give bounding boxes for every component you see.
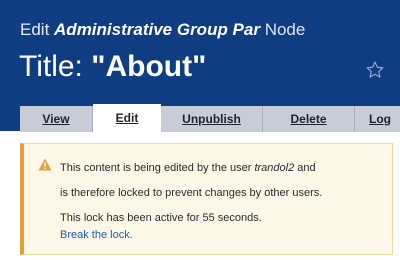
title-value: "About" [91,50,207,83]
tab-view-label: View [42,112,70,126]
title-label: Title: [19,50,83,83]
warning-line-3: This lock has been active for 55 seconds… [60,212,262,224]
warning-line-1-end: and [294,162,316,174]
tab-unpublish[interactable]: Unpublish [161,106,263,132]
tab-edit[interactable]: Edit [93,104,161,132]
page-subtitle: Edit Administrative Group Par Node [20,20,305,40]
tab-view[interactable]: View [20,106,93,132]
lock-user-name: trandol2 [254,162,295,174]
tab-log-label: Log [369,112,391,126]
lock-warning-message: This content is being edited by the user… [20,143,393,255]
tab-delete-label: Delete [290,112,327,126]
tab-log[interactable]: Log [355,106,400,132]
subtitle-prefix: Edit [20,20,50,39]
warning-line-1-start: This content is being edited by the user [60,162,255,174]
content-type-name: Administrative Group Par [54,20,260,39]
tabs-bar: View Edit Unpublish Delete Log [20,104,400,132]
warning-line-2: is therefore locked to prevent changes b… [60,187,323,199]
break-lock-link[interactable]: Break the lock. [60,229,133,241]
star-icon[interactable] [365,60,385,80]
tab-delete[interactable]: Delete [263,106,355,132]
warning-text: This content is being edited by the user… [60,156,390,231]
warning-icon [38,158,52,171]
tab-edit-label: Edit [115,111,139,125]
page-title: Title: "About" [19,50,206,84]
warning-line-1: This content is being edited by the user… [60,156,390,181]
tab-unpublish-label: Unpublish [182,112,241,126]
subtitle-suffix: Node [264,20,306,39]
